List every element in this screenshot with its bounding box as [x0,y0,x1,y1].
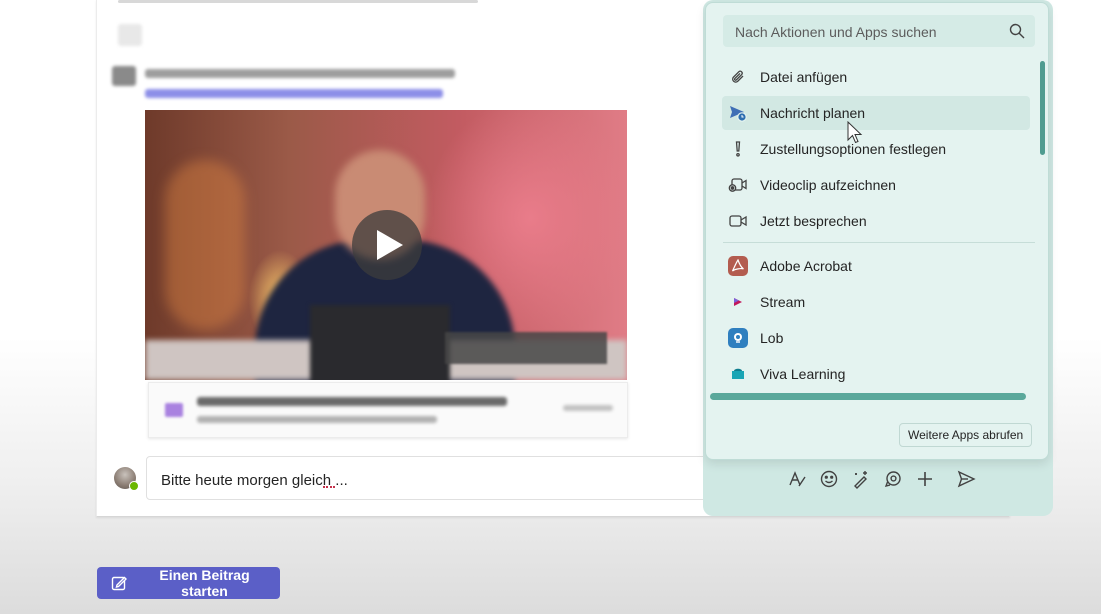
compose-icon [111,575,127,591]
vertical-scrollbar[interactable] [1040,61,1045,155]
presence-available-icon [129,481,139,491]
action-label: Nachricht planen [760,105,866,121]
app-search-input[interactable] [733,22,1007,42]
spellcheck-underline [323,483,335,488]
stream-icon [728,292,748,312]
blurred-link-subtitle [197,416,437,423]
blurred-link-title [197,397,507,406]
app-icon-wrapper [728,292,748,312]
search-icon[interactable] [1009,23,1025,39]
sender-avatar [112,66,136,86]
format-button[interactable] [786,468,808,490]
paperclip-icon [728,67,748,87]
blurred-sender-line [145,69,455,78]
app-icon-wrapper [728,256,748,276]
start-post-button[interactable]: Einen Beitrag starten [97,567,280,599]
exclamation-icon [728,139,748,159]
blurred-link-line[interactable] [145,89,443,98]
actions-apps-flyout: Datei anfügen Nachricht planen Zustellun… [705,2,1049,460]
copilot-button[interactable] [850,468,872,490]
lob-icon [728,328,748,348]
video-lamp [165,160,245,330]
app-label: Lob [760,330,784,346]
video-preview[interactable] [145,110,627,380]
emoji-button[interactable] [818,468,840,490]
app-stream[interactable]: Stream [722,285,1030,319]
send-button[interactable] [955,468,977,490]
sparkle-pen-icon [854,471,867,489]
video-camera-icon [728,211,748,231]
plus-icon [918,472,932,486]
app-icon-wrapper [728,364,748,384]
video-caption-overlay [445,332,607,364]
action-label: Jetzt besprechen [760,213,867,229]
action-label: Datei anfügen [760,69,848,85]
video-clip-icon [728,175,748,195]
app-label: Viva Learning [760,366,846,382]
video-laptop [310,305,450,380]
play-button[interactable] [352,210,422,280]
reaction-avatar [118,24,142,46]
app-adobe-acrobat[interactable]: Adobe Acrobat [722,249,1030,283]
action-meet-now[interactable]: Jetzt besprechen [722,204,1030,238]
play-icon [377,230,403,260]
previous-message-edge [118,0,478,3]
horizontal-scrollbar[interactable] [710,393,1026,400]
send-clock-icon [728,103,748,123]
format-icon [789,471,806,487]
action-schedule-message[interactable]: Nachricht planen [722,96,1030,130]
start-post-label: Einen Beitrag starten [159,567,250,599]
app-icon-wrapper [728,328,748,348]
action-label: Videoclip aufzeichnen [760,177,896,193]
actions-apps-button[interactable] [914,468,936,490]
loop-button[interactable] [882,468,904,490]
app-search-box[interactable] [723,15,1035,47]
blurred-link-meta [563,405,613,411]
stream-icon [165,403,183,417]
app-label: Adobe Acrobat [760,258,852,274]
action-attach-file[interactable]: Datei anfügen [722,60,1030,94]
get-more-apps-button[interactable]: Weitere Apps abrufen [899,423,1033,447]
section-divider [723,242,1035,243]
loop-icon [884,471,901,488]
viva-learning-icon [728,364,748,384]
app-viva-learning[interactable]: Viva Learning [722,357,1030,391]
action-record-video-clip[interactable]: Videoclip aufzeichnen [722,168,1030,202]
emoji-icon [820,470,838,488]
action-delivery-options[interactable]: Zustellungsoptionen festlegen [722,132,1030,166]
app-lob[interactable]: Lob [722,321,1030,355]
action-label: Zustellungsoptionen festlegen [760,141,947,157]
message-input[interactable] [159,469,723,491]
adobe-acrobat-icon [728,256,748,276]
app-label: Stream [760,294,806,310]
send-icon [957,470,976,488]
link-preview-card[interactable] [148,382,628,438]
